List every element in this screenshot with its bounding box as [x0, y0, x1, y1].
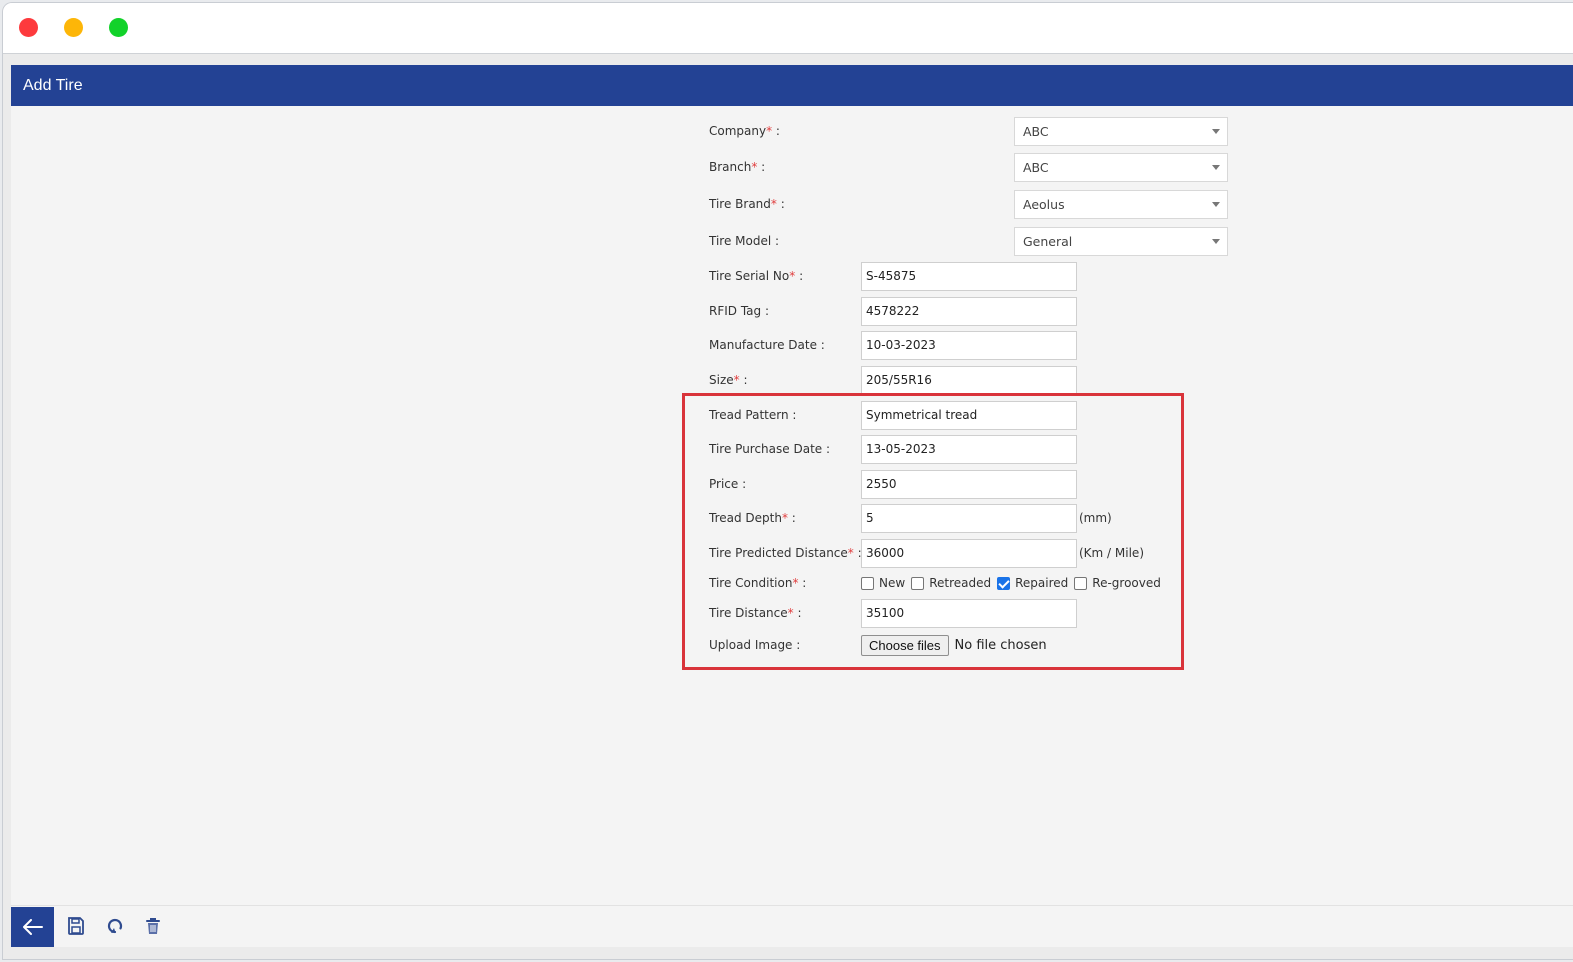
- chevron-down-icon: [1212, 164, 1220, 170]
- back-button[interactable]: [11, 907, 54, 947]
- minimize-window-button[interactable]: [64, 18, 83, 37]
- size-row: Size* : 205/55R16: [709, 365, 1077, 395]
- maximize-window-button[interactable]: [109, 18, 128, 37]
- tire-brand-label: Tire Brand* :: [709, 197, 785, 211]
- tire-model-label: Tire Model :: [709, 234, 780, 248]
- company-row: Company* : ABC: [709, 116, 1228, 146]
- arrow-left-icon: [22, 919, 43, 935]
- refresh-icon[interactable]: [105, 916, 125, 936]
- app-window: Add Tire Company* : ABC Branch* : ABC Ti…: [2, 2, 1573, 960]
- trash-icon[interactable]: [143, 916, 163, 936]
- page-header: Add Tire: [11, 65, 1573, 106]
- chevron-down-icon: [1212, 201, 1220, 207]
- company-label: Company* :: [709, 124, 780, 138]
- rfid-tag-input[interactable]: 4578222: [861, 296, 1077, 326]
- action-toolbar: [11, 905, 1573, 947]
- size-input[interactable]: 205/55R16: [861, 365, 1077, 395]
- size-label: Size* :: [709, 373, 748, 387]
- tire-brand-select[interactable]: Aeolus: [1014, 189, 1228, 219]
- tire-brand-row: Tire Brand* : Aeolus: [709, 189, 1228, 219]
- close-window-button[interactable]: [19, 18, 38, 37]
- rfid-tag-label: RFID Tag :: [709, 304, 770, 318]
- branch-label: Branch* :: [709, 160, 766, 174]
- manufacture-date-input[interactable]: 10-03-2023: [861, 330, 1077, 360]
- tire-model-select[interactable]: General: [1014, 226, 1228, 256]
- branch-row: Branch* : ABC: [709, 152, 1228, 182]
- branch-select[interactable]: ABC: [1014, 152, 1228, 182]
- save-icon[interactable]: [66, 916, 86, 936]
- tire-serial-label: Tire Serial No* :: [709, 269, 804, 283]
- tire-serial-input[interactable]: S-45875: [861, 261, 1077, 291]
- manufacture-date-label: Manufacture Date :: [709, 338, 825, 352]
- chevron-down-icon: [1212, 238, 1220, 244]
- tire-serial-row: Tire Serial No* : S-45875: [709, 261, 1077, 291]
- page-title: Add Tire: [23, 77, 83, 94]
- manufacture-date-row: Manufacture Date : 10-03-2023: [709, 330, 1077, 360]
- window-titlebar: [3, 3, 1573, 54]
- add-tire-page: Add Tire Company* : ABC Branch* : ABC Ti…: [11, 65, 1573, 947]
- company-select[interactable]: ABC: [1014, 116, 1228, 146]
- chevron-down-icon: [1212, 128, 1220, 134]
- highlight-box: [682, 393, 1184, 670]
- tire-model-row: Tire Model : General: [709, 226, 1228, 256]
- rfid-tag-row: RFID Tag : 4578222: [709, 296, 1077, 326]
